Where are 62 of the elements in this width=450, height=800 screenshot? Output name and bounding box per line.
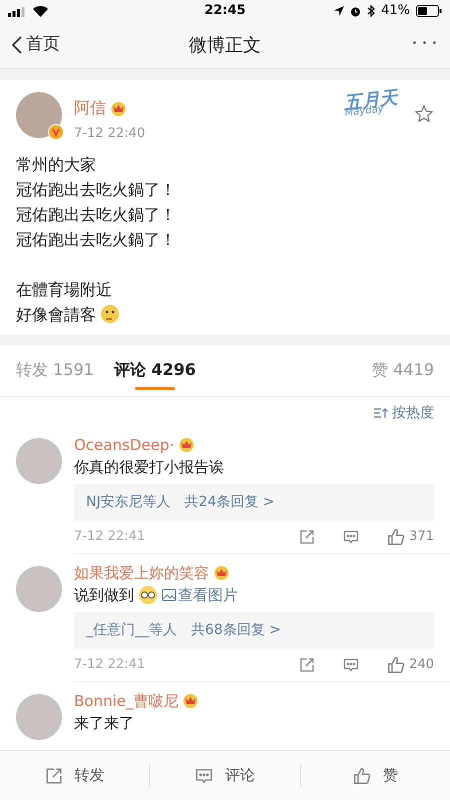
- repost-button[interactable]: 转发: [44, 764, 105, 787]
- image-icon: [162, 589, 176, 601]
- avatar[interactable]: [16, 694, 62, 740]
- replies-preview[interactable]: _任意门__等人 共68条回复 >: [74, 612, 434, 649]
- avatar[interactable]: [16, 566, 62, 612]
- alarm-icon: [350, 6, 362, 16]
- author-name[interactable]: 阿信: [74, 96, 106, 120]
- post-text-line: 好像會請客: [16, 304, 96, 326]
- commenter-name[interactable]: Bonnie_曹啵尼: [74, 690, 178, 712]
- thumbs-up-icon: [387, 656, 406, 674]
- tab[interactable]: 转发 1591: [16, 344, 94, 396]
- crown-badge-icon: [213, 565, 230, 580]
- comment-icon: [343, 656, 360, 673]
- comment-text: 你真的很爱打小报告诶: [74, 457, 224, 478]
- clock-time: 22:45: [204, 2, 246, 20]
- wifi-icon: [33, 6, 48, 16]
- post-text-line: 冠佑跑出去吃火鍋了！: [16, 178, 176, 200]
- star-icon[interactable]: [414, 104, 434, 124]
- tab[interactable]: 赞 4419: [372, 344, 434, 396]
- post-text-line: 常州的大家: [16, 154, 96, 176]
- post-text-line: 冠佑跑出去吃火鍋了！: [16, 228, 176, 250]
- more-button[interactable]: • • •: [412, 38, 438, 52]
- sort-icon: [374, 407, 388, 419]
- back-button[interactable]: 首页: [12, 32, 60, 58]
- comment-text: 来了来了: [74, 713, 134, 734]
- signal-icon: [8, 6, 25, 16]
- share-icon: [299, 528, 316, 545]
- replies-preview[interactable]: NJ安东尼等人 共24条回复 >: [74, 484, 434, 521]
- post-text-line: 在體育場附近: [16, 278, 112, 300]
- avatar[interactable]: [16, 438, 62, 484]
- share-icon: [44, 766, 63, 784]
- comment-icon: [343, 528, 360, 545]
- commenter-name[interactable]: 如果我爱上妳的笑容: [74, 562, 209, 584]
- like-count: 371: [409, 528, 434, 546]
- sort-button[interactable]: 按热度: [374, 402, 434, 424]
- comment-icon: [194, 766, 213, 784]
- back-chevron-icon: [12, 36, 22, 54]
- post-time: 7-12 22:40: [74, 125, 146, 143]
- glasses-emoji-icon: [138, 585, 158, 605]
- comment-text: 说到做到: [74, 585, 134, 606]
- like-button[interactable]: 赞: [352, 764, 398, 787]
- comment-button[interactable]: 评论: [194, 764, 255, 787]
- comment-time: 7-12 22:41: [74, 656, 146, 674]
- crown-badge-icon: [182, 693, 200, 708]
- battery-percent: 41%: [381, 2, 410, 20]
- page-title: 微博正文: [189, 34, 261, 58]
- crown-badge-icon: [110, 100, 127, 116]
- battery-icon: [416, 5, 442, 17]
- verified-badge-icon: [48, 124, 64, 140]
- thumbs-up-icon: [352, 766, 371, 784]
- thumbs-up-icon: [387, 528, 406, 546]
- crown-badge-icon: [178, 437, 196, 452]
- view-image-link[interactable]: 查看图片: [162, 584, 238, 606]
- comment-time: 7-12 22:41: [74, 528, 146, 546]
- share-icon: [299, 656, 316, 673]
- post-text-line: 冠佑跑出去吃火鍋了！: [16, 204, 176, 226]
- bluetooth-icon: [367, 5, 376, 17]
- avatar[interactable]: [16, 92, 62, 138]
- like-count: 240: [409, 656, 434, 674]
- location-arrow-icon: [334, 6, 344, 16]
- commenter-name[interactable]: OceansDeep·: [74, 434, 174, 456]
- tab[interactable]: 评论 4296: [114, 344, 196, 396]
